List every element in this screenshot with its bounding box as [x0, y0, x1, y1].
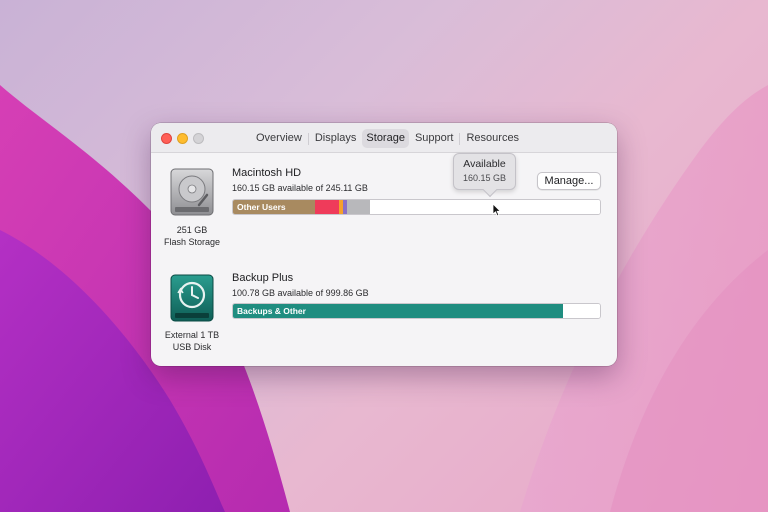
drive-capacity: 251 GB [176, 225, 208, 235]
drive-caption: External 1 TB USB Disk [151, 329, 233, 353]
storage-segment-available[interactable] [562, 304, 600, 318]
storage-segment[interactable]: Backups & Other [233, 304, 563, 318]
tooltip-title: Available [463, 158, 506, 170]
storage-segment[interactable] [315, 200, 340, 214]
storage-segment[interactable]: Other Users [233, 200, 316, 214]
available-tooltip: Available 160.15 GB [453, 153, 516, 190]
zoom-button[interactable] [193, 133, 204, 144]
tab-resources[interactable]: Resources [462, 129, 523, 148]
time-machine-icon [169, 273, 215, 323]
tab-displays[interactable]: Displays [311, 129, 361, 148]
drive-caption: 251 GB Flash Storage [151, 224, 233, 248]
tab-divider [459, 132, 461, 145]
tab-storage[interactable]: Storage [362, 129, 409, 148]
drive-type: USB Disk [172, 342, 212, 352]
storage-usage-bar[interactable]: Other Users [232, 199, 601, 215]
drive-capacity: External 1 TB [164, 330, 220, 340]
tab-support[interactable]: Support [411, 129, 458, 148]
close-button[interactable] [161, 133, 172, 144]
minimize-button[interactable] [177, 133, 188, 144]
volume-name: Macintosh HD [232, 167, 302, 179]
volume-available: 160.15 GB available of 245.11 GB [232, 183, 368, 193]
volume-available: 100.78 GB available of 999.86 GB [232, 288, 369, 298]
hard-drive-icon [169, 167, 215, 217]
storage-usage-bar[interactable]: Backups & Other [232, 303, 601, 319]
storage-segment[interactable] [347, 200, 371, 214]
storage-segment-available[interactable] [370, 200, 600, 214]
tooltip-value: 160.15 GB [462, 173, 507, 183]
tab-divider [307, 132, 309, 145]
volume-name: Backup Plus [232, 272, 294, 284]
drive-type: Flash Storage [163, 237, 221, 247]
window-titlebar[interactable]: Overview Displays Storage Support Resour… [151, 123, 617, 153]
tab-overview[interactable]: Overview [252, 129, 306, 148]
tab-bar: Overview Displays Storage Support Resour… [252, 129, 523, 148]
manage-button[interactable]: Manage... [537, 172, 601, 190]
mouse-pointer-icon [492, 203, 502, 217]
about-this-mac-window: Overview Displays Storage Support Resour… [151, 123, 617, 366]
